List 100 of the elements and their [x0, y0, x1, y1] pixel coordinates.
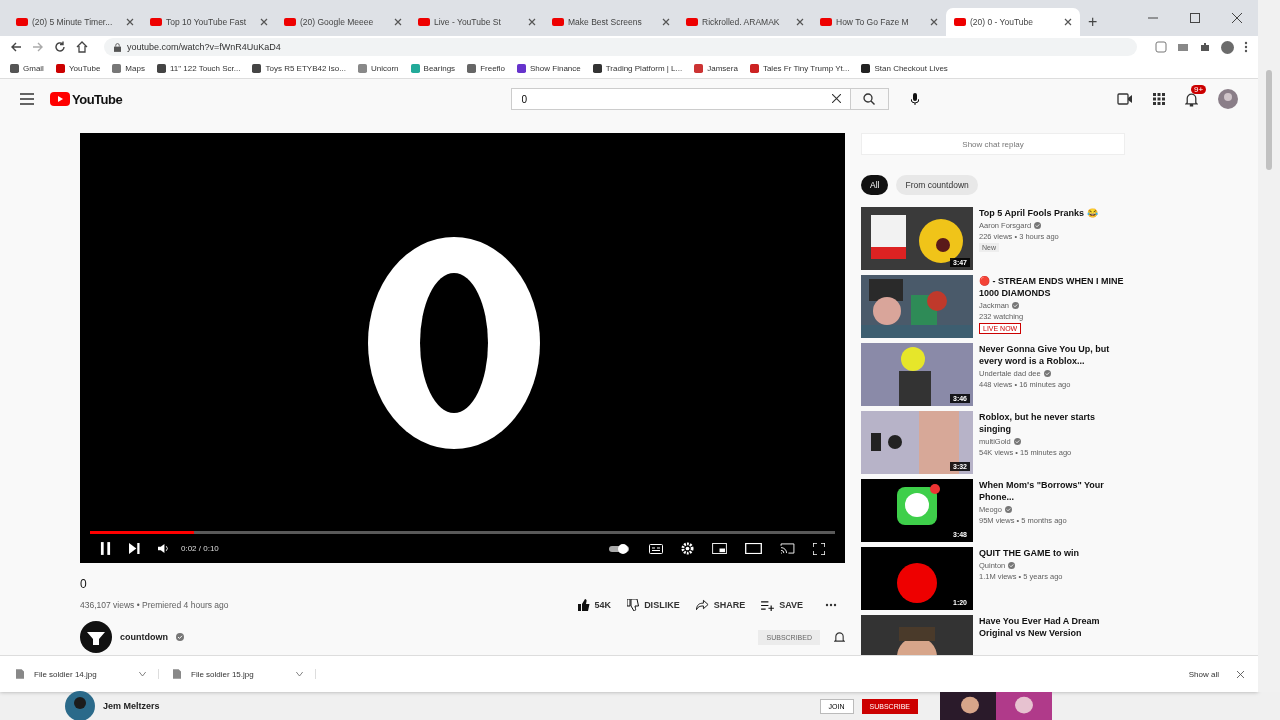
- video-title: 0: [80, 577, 88, 591]
- bookmark-link[interactable]: Maps: [125, 63, 145, 73]
- browser-tab[interactable]: (20) Google Meeee: [276, 8, 410, 36]
- settings-icon[interactable]: [681, 542, 694, 555]
- video-title[interactable]: Top 5 April Fools Pranks 😂: [979, 207, 1098, 219]
- share-button[interactable]: SHARE: [693, 597, 748, 613]
- close-icon[interactable]: [662, 18, 670, 26]
- image-file-icon: [173, 669, 181, 679]
- play-logo-icon: [50, 92, 70, 106]
- download-item[interactable]: File soldier 15.jpg: [171, 669, 316, 679]
- close-icon[interactable]: [796, 18, 804, 26]
- browser-tab[interactable]: How To Go Faze M: [812, 8, 946, 36]
- extension-icon[interactable]: [1177, 41, 1189, 53]
- bookmark-link[interactable]: Toys R5 ETYB42 Iso...: [265, 63, 346, 73]
- video-title[interactable]: Have You Ever Had A Dream Original vs New Version: [979, 615, 1125, 639]
- back-icon[interactable]: [10, 41, 22, 53]
- menu-icon[interactable]: [20, 93, 34, 105]
- channel-name: Jem Meltzers: [103, 701, 160, 711]
- bookmark-icon: [861, 63, 871, 73]
- caret-icon[interactable]: [139, 672, 146, 676]
- extension-icon[interactable]: [1155, 41, 1167, 53]
- volume-icon[interactable]: [158, 543, 169, 554]
- captions-icon[interactable]: [649, 543, 663, 554]
- fullscreen-icon[interactable]: [813, 542, 825, 555]
- more-icon[interactable]: [1244, 41, 1248, 53]
- next-icon[interactable]: [129, 543, 140, 554]
- avatar-icon[interactable]: [1221, 40, 1234, 54]
- video-title[interactable]: Roblox, but he never starts singing: [979, 411, 1125, 435]
- camera-icon[interactable]: [1117, 93, 1133, 105]
- verified-icon: [1008, 562, 1016, 569]
- puzzle-icon[interactable]: [1199, 41, 1211, 53]
- cast-icon[interactable]: [780, 543, 795, 554]
- caret-icon[interactable]: [296, 672, 303, 676]
- maximize-icon[interactable]: [1190, 13, 1200, 23]
- download-item[interactable]: File soldier 14.jpg: [14, 669, 159, 679]
- favicon-icon: [686, 16, 698, 28]
- bookmark-link[interactable]: 11" 122 Touch Scr...: [169, 63, 241, 73]
- home-icon[interactable]: [76, 41, 88, 53]
- browser-tab[interactable]: (20) 5 Minute Timer...: [8, 8, 142, 36]
- avatar[interactable]: [1218, 89, 1238, 109]
- close-icon[interactable]: [1232, 13, 1242, 23]
- time-display: 0:02 / 0:10: [181, 544, 219, 553]
- search-button[interactable]: [850, 88, 889, 110]
- new-tab-button[interactable]: +: [1080, 8, 1106, 36]
- bookmark-link[interactable]: Tales Fr Tiny Trump Yt...: [762, 63, 850, 73]
- bookmark-link[interactable]: Stan Checkout Lives: [874, 63, 948, 73]
- browser-tab[interactable]: Live - YouTube St: [410, 8, 544, 36]
- browser-tab[interactable]: (20) 0 - YouTube: [946, 8, 1080, 36]
- bell-icon[interactable]: [1185, 91, 1198, 107]
- close-icon[interactable]: [260, 18, 268, 26]
- save-button[interactable]: SAVE: [759, 597, 805, 613]
- browser-tab[interactable]: Rickrolled. ARAMAK: [678, 8, 812, 36]
- search-field[interactable]: 0: [510, 88, 851, 110]
- autoplay-toggle[interactable]: [609, 543, 631, 554]
- apps-icon[interactable]: [1153, 93, 1165, 105]
- bookmark-link[interactable]: Jamsera: [707, 63, 738, 73]
- favicon-icon: [418, 16, 430, 28]
- show-all-button[interactable]: Show all: [1182, 668, 1225, 680]
- microphone-icon[interactable]: [910, 93, 919, 105]
- bookmark-link[interactable]: Bearings: [423, 63, 456, 73]
- logo-text[interactable]: YouTube: [72, 91, 123, 107]
- like-button[interactable]: 54K: [575, 597, 614, 613]
- bookmark-icon: [410, 63, 420, 73]
- close-icon[interactable]: [930, 18, 938, 26]
- browser-tab[interactable]: Top 10 YouTube Fast: [142, 8, 276, 36]
- theater-icon[interactable]: [745, 543, 762, 554]
- bookmark-link[interactable]: Unicorn: [370, 63, 399, 73]
- bookmark-icon: [357, 63, 367, 73]
- chat-replay-button[interactable]: Show chat replay: [861, 133, 1125, 155]
- video-title[interactable]: 🔴 - STREAM ENDS WHEN I MINE 1000 DIAMONDS: [979, 275, 1125, 299]
- favicon-icon: [150, 16, 162, 28]
- channel-name[interactable]: countdown: [120, 632, 168, 642]
- close-icon[interactable]: [126, 18, 134, 26]
- dislike-button[interactable]: DISLIKE: [625, 597, 682, 613]
- video-title[interactable]: Never Gonna Give You Up, but every word is a Roblox...: [979, 343, 1125, 367]
- video-title[interactable]: QUIT THE GAME to win: [979, 547, 1079, 559]
- video-title[interactable]: When Mom's "Borrows" Your Phone...: [979, 479, 1125, 503]
- filter-chip[interactable]: All: [861, 175, 889, 195]
- clear-icon[interactable]: [831, 94, 841, 103]
- bookmark-link[interactable]: Gmail: [23, 63, 44, 73]
- bookmark-link[interactable]: Freeflo: [480, 63, 506, 73]
- channel-avatar[interactable]: [80, 621, 112, 653]
- close-icon[interactable]: [528, 18, 536, 26]
- filter-chip[interactable]: From countdown: [896, 175, 978, 195]
- verified-icon: [1004, 506, 1012, 513]
- bell-icon[interactable]: [834, 630, 845, 644]
- bookmark-link[interactable]: Show Finance: [530, 63, 581, 73]
- reload-icon[interactable]: [54, 41, 66, 53]
- verified-icon: [1012, 302, 1019, 309]
- verified-icon: [1013, 438, 1021, 445]
- close-icon[interactable]: [1064, 18, 1072, 26]
- bookmark-link[interactable]: YouTube: [68, 63, 101, 73]
- bookmark-link[interactable]: Trading Platform | L...: [605, 63, 683, 73]
- pause-icon[interactable]: [100, 542, 111, 555]
- more-icon[interactable]: [825, 603, 837, 607]
- close-icon[interactable]: [1237, 670, 1244, 678]
- address-bar[interactable]: youtube.com/watch?v=fWnR4UuKaD4: [104, 38, 1137, 56]
- close-icon[interactable]: [394, 18, 402, 26]
- miniplayer-icon[interactable]: [712, 543, 727, 554]
- browser-tab[interactable]: Make Best Screens: [544, 8, 678, 36]
